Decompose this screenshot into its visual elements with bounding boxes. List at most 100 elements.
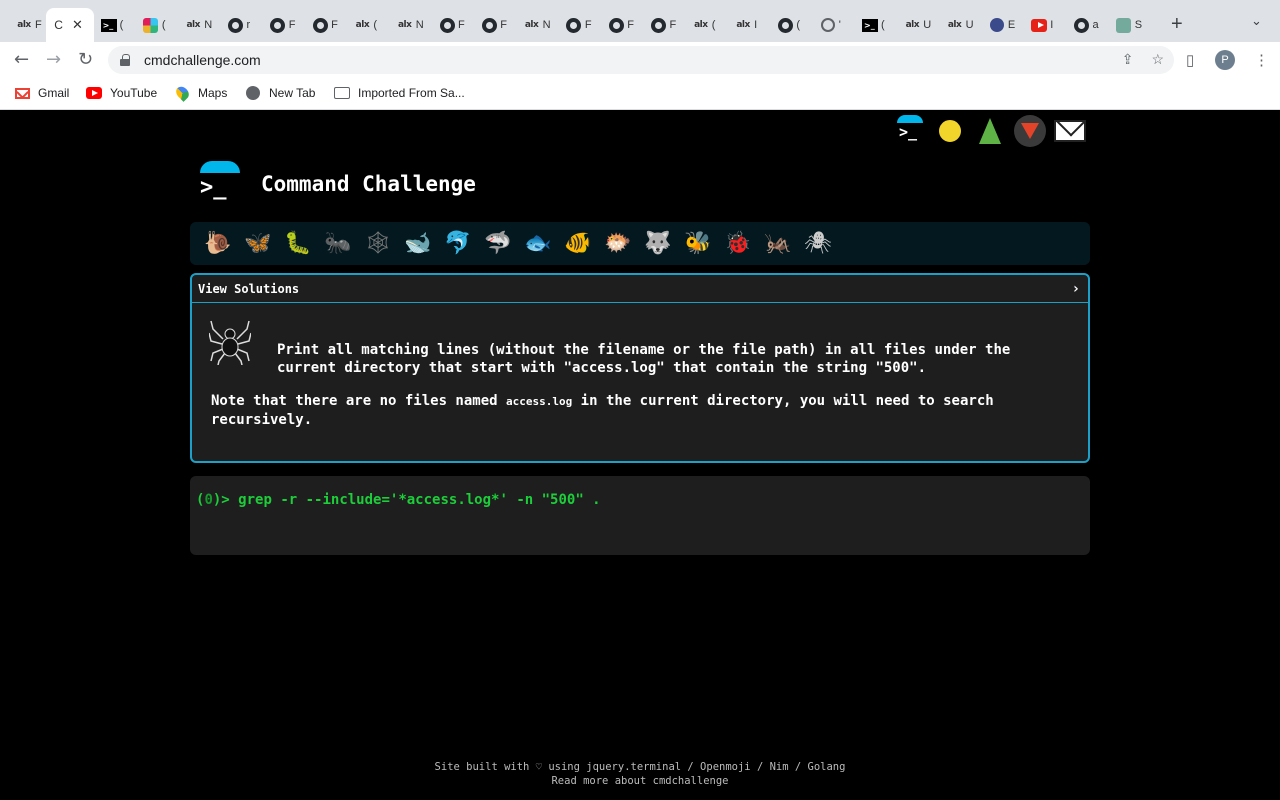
reload-icon[interactable]: ↻ [78, 49, 93, 70]
level-spider-icon[interactable]: 🕷 [798, 224, 838, 264]
github-icon [439, 17, 455, 33]
bookmark-youtube[interactable]: YouTube [86, 86, 157, 100]
level-dolphin-icon[interactable]: 🐬 [438, 224, 478, 264]
level-butterfly-icon[interactable]: 🦋 [238, 224, 278, 264]
bookmark-gmail[interactable]: Gmail [14, 86, 69, 100]
terminal-icon: >_ [862, 17, 878, 33]
github-icon [481, 17, 497, 33]
browser-tab[interactable]: a [1066, 8, 1108, 42]
new-tab-button[interactable]: + [1171, 13, 1183, 36]
github-icon [651, 17, 667, 33]
bookmark-new-tab[interactable]: New Tab [245, 86, 315, 100]
moon-icon [989, 17, 1005, 33]
alx-icon: alx [736, 20, 750, 30]
tab-title: ( [881, 19, 885, 31]
share-icon[interactable]: ⇪ [1122, 51, 1134, 68]
browser-tab[interactable]: alx( [346, 8, 388, 42]
evergreen-tree-icon[interactable] [974, 115, 1006, 147]
tab-title: ( [373, 19, 378, 31]
level-ant-icon[interactable]: 🐜 [318, 224, 358, 264]
terminal-command-input[interactable]: grep -r --include='*access.log*' -n "500… [238, 492, 600, 508]
read-more-link[interactable]: Read more about cmdchallenge [0, 774, 1280, 788]
browser-tab[interactable]: alx N [177, 8, 219, 42]
browser-tab[interactable]: C ✕ [46, 8, 95, 42]
cmdchallenge-logo-icon[interactable]: >_ [894, 115, 926, 147]
browser-tab[interactable]: ( [769, 8, 811, 42]
alx-icon: alx [694, 20, 708, 30]
challenge-panel: View Solutions › Print all matching line… [190, 273, 1090, 463]
browser-tab[interactable]: F [473, 8, 515, 42]
browser-toolbar: ← → ↻ cmdchallenge.com ⇪ ☆ ▯ P ⋮ [0, 42, 1280, 78]
level-fish-icon[interactable]: 🐟 [518, 224, 558, 264]
browser-tab[interactable]: F [600, 8, 642, 42]
browser-tab[interactable]: alx U [896, 8, 938, 42]
page-title: Command Challenge [261, 172, 476, 196]
browser-tab[interactable]: alx N [389, 8, 431, 42]
site-brand[interactable]: >_ Command Challenge [198, 161, 476, 201]
browser-tab[interactable]: E [981, 8, 1023, 42]
bookmark-star-icon[interactable]: ☆ [1151, 51, 1164, 68]
tab-search-icon[interactable]: ⌄ [1251, 13, 1262, 29]
browser-tab[interactable]: alx U [939, 8, 981, 42]
footer-credits: Site built with ♡ using jquery.terminal … [434, 761, 846, 773]
browser-tab[interactable]: alx I [727, 8, 769, 42]
github-icon [312, 17, 328, 33]
level-wolf-icon[interactable]: 🐺 [638, 224, 678, 264]
github-icon [228, 17, 244, 33]
level-whale-icon[interactable]: 🐋 [398, 224, 438, 264]
shushing-face-icon[interactable] [934, 115, 966, 147]
browser-tab[interactable]: alx( [685, 8, 727, 42]
profile-avatar[interactable]: P [1215, 50, 1235, 70]
youtube-icon [86, 87, 102, 99]
side-panel-icon[interactable]: ▯ [1186, 51, 1194, 69]
chatgpt-icon [1116, 17, 1132, 33]
level-bee-icon[interactable]: 🐝 [678, 224, 718, 264]
browser-tab[interactable]: F [558, 8, 600, 42]
tab-title: C [54, 18, 63, 32]
level-ladybug-icon[interactable]: 🐞 [718, 224, 758, 264]
level-selector: 🐌 🦋 🐛 🐜 🕸 🐋 🐬 🦈 🐟 🐠 🐡 🐺 🐝 🐞 🦗 🕷 [190, 222, 1090, 265]
browser-tab[interactable]: ' [812, 8, 854, 42]
browser-tab[interactable]: alx F [8, 8, 50, 42]
lock-icon[interactable] [120, 54, 130, 66]
level-web-icon[interactable]: 🕸 [358, 224, 398, 264]
back-icon[interactable]: ← [14, 49, 29, 70]
address-bar[interactable]: cmdchallenge.com ⇪ ☆ [108, 46, 1174, 74]
gitlab-icon[interactable] [1014, 115, 1046, 147]
envelope-icon[interactable] [1054, 115, 1086, 147]
browser-tab[interactable]: F [643, 8, 685, 42]
tab-title: a [1092, 19, 1099, 31]
github-icon [1074, 17, 1090, 33]
browser-tab[interactable]: F [262, 8, 304, 42]
tab-title: F [500, 19, 508, 31]
browser-tab[interactable]: ( [135, 8, 177, 42]
tab-title: F [331, 19, 338, 31]
level-cricket-icon[interactable]: 🦗 [758, 224, 798, 264]
level-caterpillar-icon[interactable]: 🐛 [278, 224, 318, 264]
level-blowfish-icon[interactable]: 🐡 [598, 224, 638, 264]
level-tropical-fish-icon[interactable]: 🐠 [558, 224, 598, 264]
terminal[interactable]: (0)> grep -r --include='*access.log*' -n… [190, 476, 1090, 555]
forward-icon[interactable]: → [46, 49, 61, 70]
menu-kebab-icon[interactable]: ⋮ [1254, 51, 1269, 69]
browser-tab[interactable]: F [431, 8, 473, 42]
tab-title: r [246, 19, 251, 31]
browser-tab[interactable]: >_( [93, 8, 135, 42]
url-text[interactable]: cmdchallenge.com [144, 52, 261, 68]
tab-title: N [542, 19, 551, 31]
bookmark-folder-imported[interactable]: Imported From Sa... [334, 86, 465, 100]
browser-tab[interactable]: r [220, 8, 262, 42]
terminal-prompt: (0)> [196, 492, 239, 508]
level-snail-icon[interactable]: 🐌 [198, 224, 238, 264]
alx-icon: alx [355, 20, 370, 30]
alx-icon: alx [524, 20, 539, 30]
browser-tab[interactable]: S [1108, 8, 1150, 42]
close-tab-icon[interactable]: ✕ [72, 17, 83, 33]
browser-tab[interactable]: F [304, 8, 346, 42]
level-shark-icon[interactable]: 🦈 [478, 224, 518, 264]
browser-tab[interactable]: alx N [516, 8, 558, 42]
bookmark-maps[interactable]: Maps [173, 84, 227, 102]
view-solutions-toggle[interactable]: View Solutions › [192, 275, 1088, 303]
browser-tab[interactable]: I [1023, 8, 1065, 42]
browser-tab[interactable]: >_( [854, 8, 896, 42]
